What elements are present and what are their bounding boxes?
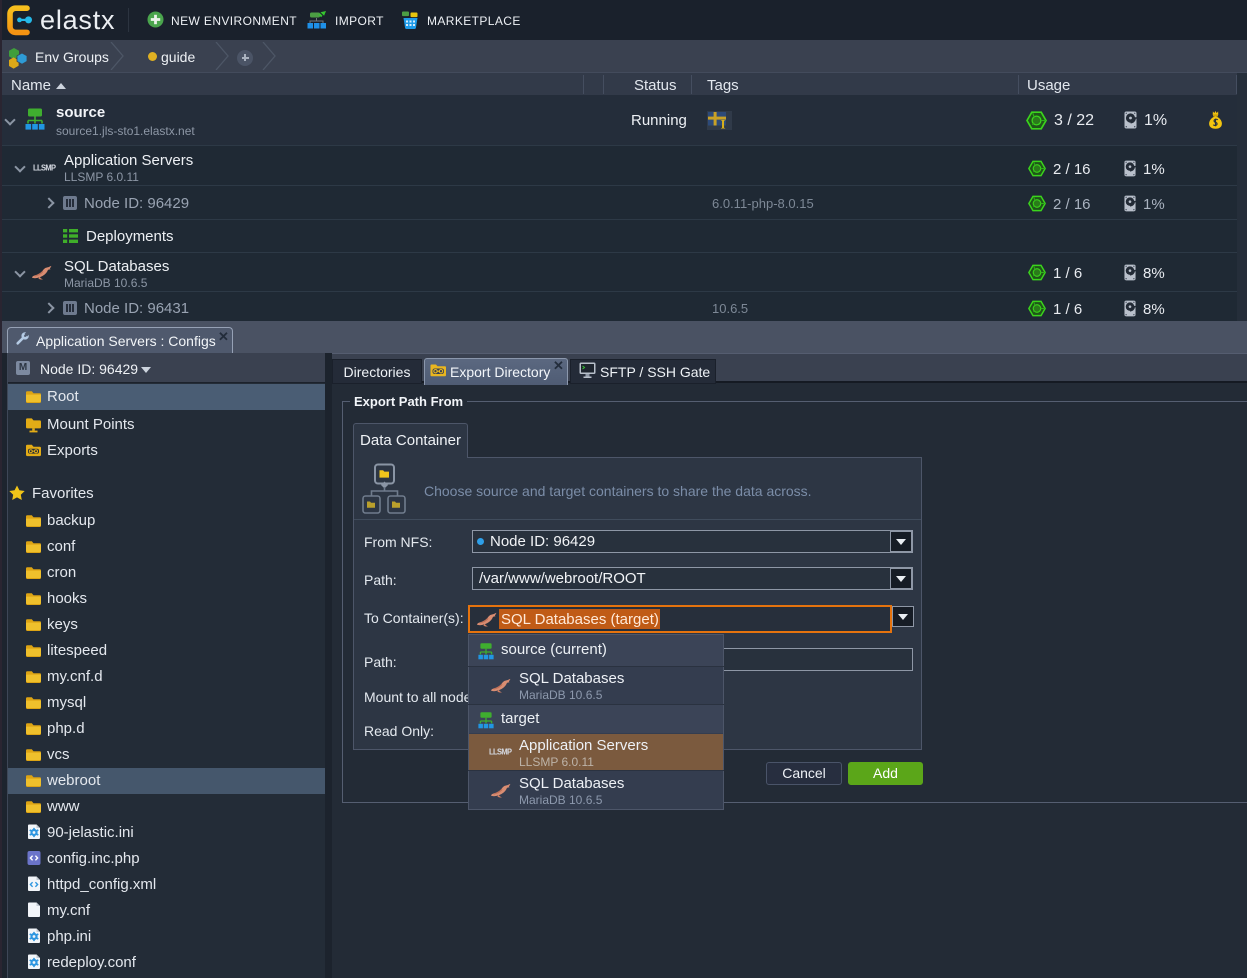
svg-text:I: I — [721, 117, 726, 131]
